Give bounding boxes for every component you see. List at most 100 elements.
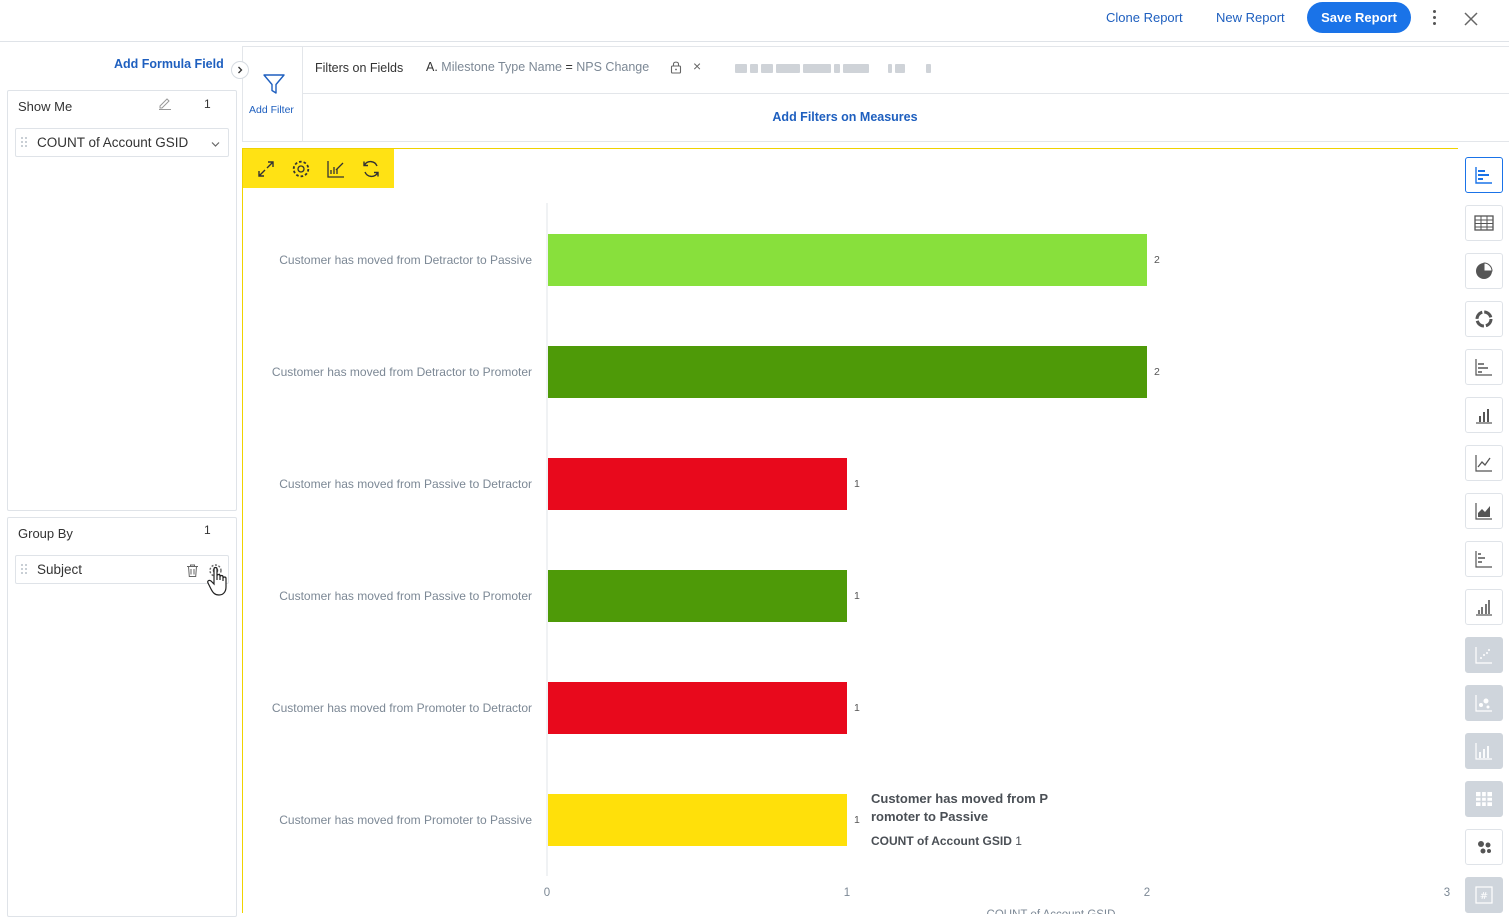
category-label: Customer has moved from Passive to Detra… [279,477,532,491]
collapse-panel-button[interactable] [231,61,249,79]
group-by-dimension-pill[interactable]: Subject [15,555,229,584]
bar[interactable] [548,794,847,846]
top-bar: Clone Report New Report Save Report [0,0,1509,42]
chart-type-button[interactable] [1465,541,1503,577]
add-filter-button[interactable]: Add Filter [242,47,303,142]
data-label: 1 [854,702,860,714]
chart-type-button[interactable] [1465,589,1503,625]
category-label: Customer has moved from Passive to Promo… [279,589,532,603]
category-label: Customer has moved from Detractor to Pas… [279,253,532,267]
remove-filter-icon[interactable]: × [693,58,701,74]
bar[interactable] [548,234,1147,286]
group-by-dimension-label: Subject [37,562,83,577]
data-label: 1 [854,478,860,490]
redacted-filter-chip [735,62,931,74]
show-me-measure-pill[interactable]: COUNT of Account GSID [15,128,229,157]
add-filters-on-measures-link[interactable]: Add Filters on Measures [242,110,1448,124]
stacked-column-icon [1475,551,1492,568]
line-icon [1475,455,1492,472]
pie-icon [1476,262,1493,279]
chart-type-button[interactable] [1465,301,1503,337]
filter-bar: Add Filter Filters on Fields A. Mileston… [242,46,1509,142]
close-icon[interactable] [1462,10,1480,28]
bar-chart: Customer has moved from Detractor to Pas… [272,203,1450,914]
chart-type-button[interactable] [1465,253,1503,289]
chart-type-button[interactable] [1465,493,1503,529]
chart-type-rail: # [1460,148,1509,913]
category-label: Customer has moved from Promoter to Detr… [272,701,532,715]
show-me-title: Show Me [18,99,73,114]
chart-type-button[interactable] [1465,349,1503,385]
data-label: 2 [1154,366,1160,378]
donut-icon [1475,310,1493,328]
chart-type-button[interactable] [1465,685,1503,721]
chart-tooltip: Customer has moved from Promoter to Pass… [871,790,1071,848]
tooltip-value: 1 [1015,834,1022,848]
more-options-icon[interactable] [1426,6,1442,28]
filter-icon [263,74,285,94]
show-me-box: Show Me 1 COUNT of Account GSID [7,90,237,511]
save-report-button[interactable]: Save Report [1307,2,1411,33]
data-label: 2 [1154,254,1160,266]
chart-type-button[interactable] [1465,637,1503,673]
category-label: Customer has moved from Detractor to Pro… [272,365,532,379]
horizontal-bar-icon [1475,167,1492,184]
group-by-box: Group By 1 Subject [7,517,237,917]
bubble-icon [1475,695,1492,712]
chart-type-button[interactable] [1465,445,1503,481]
show-me-measure-label: COUNT of Account GSID [37,135,189,150]
combo-icon [1475,743,1492,760]
stacked-bar-icon [1475,359,1492,376]
x-tick-label: 2 [1144,887,1150,899]
filter-chip-field: Milestone Type Name [441,60,562,74]
chart-type-button[interactable] [1465,781,1503,817]
column-icon [1476,409,1492,424]
chevron-right-icon [238,66,243,74]
packed-bubble-icon [1478,841,1491,854]
edit-icon[interactable] [158,96,172,110]
chart-type-button[interactable] [1465,157,1503,193]
drag-handle-icon[interactable] [21,564,29,576]
filter-chip-prefix: A. [426,60,438,74]
filters-on-fields-label: Filters on Fields [315,61,404,75]
field-filters-row: Filters on Fields A. Milestone Type Name… [303,47,1509,94]
data-label: 1 [854,814,860,826]
lock-icon[interactable] [669,60,683,74]
field-filter-chip[interactable]: A. Milestone Type Name = NPS Change [426,60,649,74]
kpi-icon: # [1475,886,1493,904]
chart-type-button[interactable]: # [1465,877,1503,913]
bar[interactable] [548,458,847,510]
heatmap-icon [1476,792,1492,806]
drag-handle-icon[interactable] [21,137,29,149]
tooltip-title: Customer has moved from Promoter to Pass… [871,791,1048,824]
x-tick-label: 1 [844,887,850,899]
tooltip-measure: COUNT of Account GSID 1 [871,834,1071,848]
area-icon [1475,503,1492,520]
new-report-link[interactable]: New Report [1216,10,1285,25]
data-label: 1 [854,590,860,602]
table-icon [1474,215,1494,231]
chart-type-button[interactable] [1465,397,1503,433]
category-label: Customer has moved from Promoter to Pass… [279,813,532,827]
clone-report-link[interactable]: Clone Report [1106,10,1183,25]
bar[interactable] [548,570,847,622]
x-axis-title: COUNT of Account GSID [987,909,1116,914]
trash-icon[interactable] [185,563,200,578]
group-by-count: 1 [204,523,211,537]
chevron-down-icon[interactable] [211,140,220,149]
chart-type-button[interactable] [1465,733,1503,769]
x-tick-label: 0 [544,887,550,899]
left-panel: Add Formula Field Show Me 1 COUNT of Acc… [0,42,249,917]
x-tick-label: 3 [1444,887,1450,899]
bar[interactable] [548,346,1147,398]
chart-type-button[interactable] [1465,205,1503,241]
add-formula-field-link[interactable]: Add Formula Field [114,57,224,71]
bar[interactable] [548,682,847,734]
svg-text:#: # [1480,891,1488,902]
filter-chip-operator: = [565,60,573,74]
hand-cursor-icon [207,566,227,596]
tooltip-measure-name: COUNT of Account GSID [871,834,1012,848]
chart-type-button[interactable] [1465,829,1503,865]
scatter-icon [1475,647,1492,664]
chart-panel: Customer has moved from Detractor to Pas… [242,148,1458,914]
